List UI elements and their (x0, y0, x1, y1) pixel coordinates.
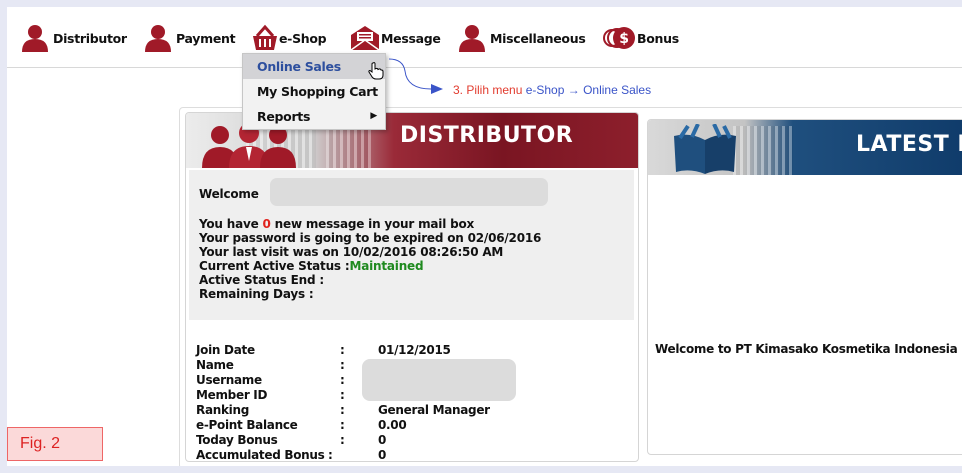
nav-label: Distributor (53, 30, 127, 46)
info-row-name: Name: (196, 358, 345, 372)
person-icon (145, 25, 171, 52)
nav-item-eshop[interactable]: e-Shop (251, 24, 327, 52)
nav-item-bonus[interactable]: $ Bonus (603, 24, 679, 52)
active-status-value: Maintained (349, 259, 424, 273)
nav-label: e-Shop (279, 30, 327, 46)
menu-item-reports[interactable]: Reports ▶ (243, 104, 385, 129)
nav-label: Payment (176, 30, 236, 46)
info-row-member-id: Member ID: (196, 388, 345, 402)
latest-news-panel: LATEST N Welcome to PT Kimasako Kosmetik… (647, 119, 962, 455)
nav-item-miscellaneous[interactable]: Miscellaneous (458, 24, 586, 52)
distributor-title: DISTRIBUTOR (400, 123, 574, 148)
info-row-epoint-balance: e-Point Balance:0.00 (196, 418, 407, 432)
remaining-days-line: Remaining Days : (199, 287, 314, 301)
welcome-label: Welcome (199, 187, 259, 201)
redacted-username (270, 178, 548, 206)
nav-item-message[interactable]: Message (350, 24, 441, 52)
annotation-highlight: e-Shop → Online Sales (525, 83, 652, 97)
svg-text:$: $ (619, 31, 628, 47)
nav-item-payment[interactable]: Payment (144, 24, 236, 52)
password-expiry-line: Your password is going to be expired on … (199, 231, 542, 245)
hand-cursor-icon (368, 62, 384, 80)
person-icon (459, 25, 485, 52)
person-icon (22, 25, 48, 52)
eshop-dropdown-menu: Online Sales My Shopping Cart Reports ▶ (242, 53, 386, 130)
menu-item-online-sales[interactable]: Online Sales (243, 54, 385, 79)
nav-item-distributor[interactable]: Distributor (21, 24, 127, 52)
top-navigation: Distributor Payment e-Shop Message Misce… (7, 7, 962, 68)
figure-label: Fig. 2 (7, 427, 103, 461)
envelope-icon (350, 26, 380, 51)
page-frame: Distributor Payment e-Shop Message Misce… (7, 7, 962, 466)
news-content: Welcome to PT Kimasako Kosmetika Indones… (655, 342, 958, 356)
menu-item-my-shopping-cart[interactable]: My Shopping Cart (243, 79, 385, 104)
info-row-today-bonus: Today Bonus:0 (196, 433, 387, 447)
news-banner: LATEST N (648, 120, 962, 175)
last-visit-line: Your last visit was on 10/02/2016 08:26:… (199, 245, 504, 259)
nav-label: Miscellaneous (490, 30, 586, 46)
redacted-member-details (362, 359, 516, 401)
message-count: 0 (262, 217, 271, 231)
active-status-line: Current Active Status :Maintained (199, 259, 424, 273)
welcome-section: Welcome You have 0 new message in your m… (189, 170, 634, 320)
annotation-instruction: 3. Pilih menu e-Shop → Online Sales (453, 83, 652, 97)
info-row-accumulated-bonus: Accumulated Bonus:0 (196, 448, 387, 462)
news-title: LATEST N (856, 132, 962, 157)
people-group-icon (202, 125, 296, 168)
nav-label: Message (381, 30, 441, 46)
dollar-coin-icon: $ (603, 27, 635, 49)
info-row-ranking: Ranking: General Manager (196, 403, 490, 417)
message-line: You have 0 new message in your mail box (199, 217, 475, 231)
open-book-icon (674, 124, 736, 174)
info-row-username: Username: (196, 373, 345, 387)
shopping-basket-icon (253, 24, 277, 50)
info-row-join-date: Join Date:01/12/2015 (196, 343, 451, 357)
nav-label: Bonus (637, 30, 679, 46)
active-status-end-line: Active Status End : (199, 273, 324, 287)
distributor-panel: DISTRIBUTOR Welcome You have 0 new messa… (185, 112, 639, 462)
annotation-arrow-icon (388, 58, 443, 94)
submenu-arrow-icon: ▶ (370, 111, 377, 121)
